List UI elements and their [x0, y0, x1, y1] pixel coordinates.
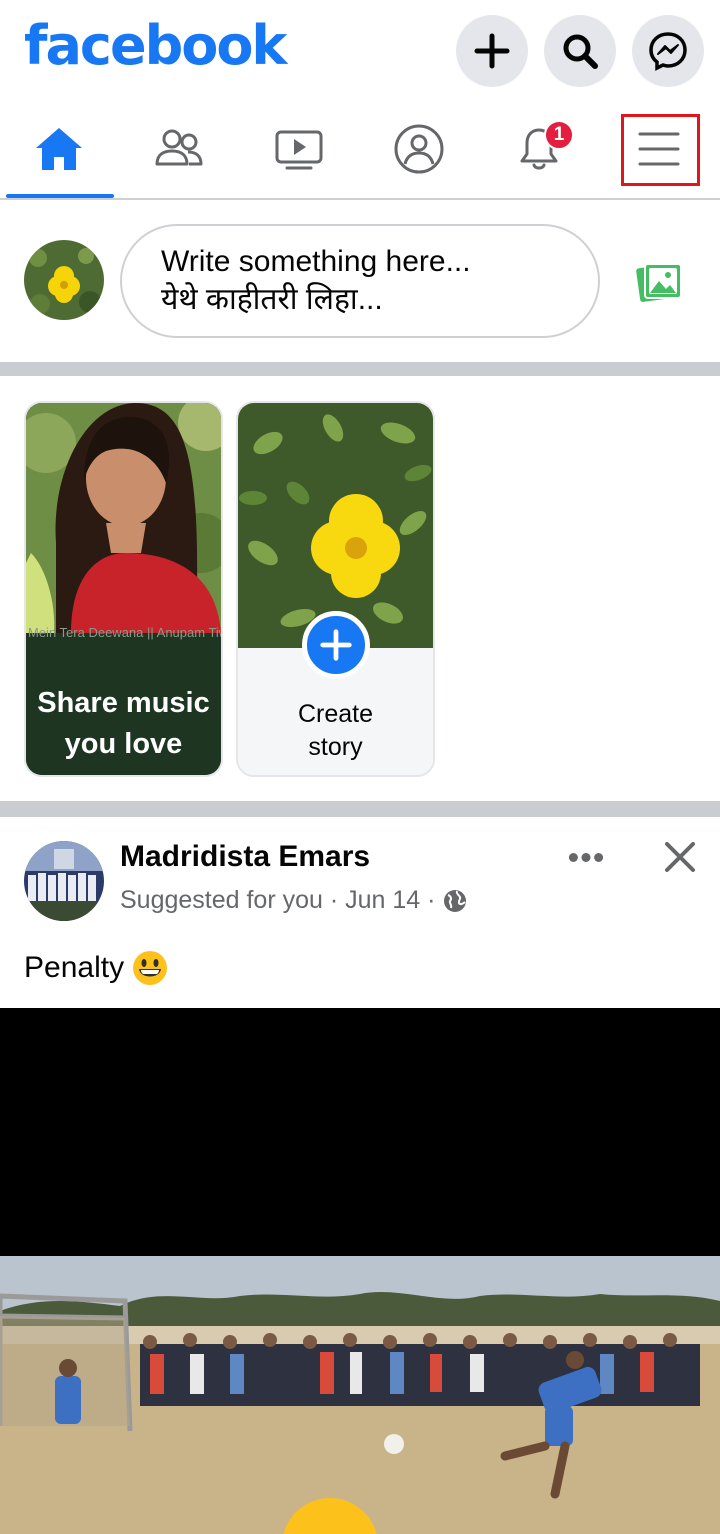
post-meta: Suggested for you · Jun 14 · — [120, 886, 467, 915]
plus-icon — [320, 629, 352, 661]
flower-avatar-image — [24, 240, 104, 320]
profile-icon — [394, 124, 444, 174]
tab-watch[interactable] — [240, 100, 358, 198]
football-penalty-photo — [0, 1256, 720, 1534]
notification-badge: 1 — [544, 120, 574, 150]
tab-notifications[interactable]: 1 — [480, 100, 598, 198]
post-text: Penalty — [24, 950, 168, 986]
tab-friends[interactable] — [120, 100, 238, 198]
messenger-icon — [649, 32, 687, 71]
composer-placeholder-english: Write something here... — [161, 245, 471, 278]
story-music-label: Share music you love — [37, 687, 210, 760]
post-composer: Write something here... येथे काहीतरी लिह… — [0, 200, 720, 362]
team-photo-avatar — [24, 841, 104, 921]
story-song-caption: Mein Tera Deewana || Anupam Tiwari — [28, 625, 221, 640]
watch-icon — [275, 130, 323, 170]
composer-placeholder-marathi: येथे काहीतरी लिहा... — [161, 283, 383, 316]
more-options-icon[interactable] — [568, 851, 604, 864]
section-divider — [0, 362, 720, 376]
plus-icon — [474, 33, 510, 69]
story-card-create[interactable]: Create story — [236, 401, 435, 777]
post-video-frame[interactable] — [0, 1256, 720, 1534]
post-text-content: Penalty — [24, 951, 125, 984]
story-card-music[interactable]: Mein Tera Deewana || Anupam Tiwari Share… — [24, 401, 223, 777]
post-author-name[interactable]: Madridista Emars — [120, 840, 370, 874]
create-story-label: Create story — [238, 698, 433, 764]
post-author-avatar[interactable] — [24, 841, 104, 921]
menu-highlight-box — [621, 114, 700, 186]
post-meta-text: Suggested for you · Jun 14 · — [120, 886, 436, 914]
create-button[interactable] — [456, 15, 528, 87]
composer-input[interactable]: Write something here... येथे काहीतरी लिह… — [120, 224, 600, 338]
close-icon[interactable] — [664, 841, 696, 873]
friends-icon — [155, 129, 203, 166]
section-divider — [0, 801, 720, 817]
nav-tabs: 1 — [0, 100, 720, 200]
create-story-text: Create story — [297, 700, 374, 761]
tab-profile[interactable] — [360, 100, 478, 198]
messenger-button[interactable] — [632, 15, 704, 87]
photo-icon[interactable] — [636, 260, 684, 304]
grinning-face-emoji-icon — [133, 951, 168, 985]
tab-home[interactable] — [0, 100, 118, 198]
add-story-button[interactable] — [302, 611, 370, 679]
facebook-logo[interactable]: facebook — [24, 14, 287, 77]
post-video-player[interactable] — [0, 1008, 720, 1256]
search-button[interactable] — [544, 15, 616, 87]
top-bar: facebook — [0, 0, 720, 100]
search-icon — [563, 34, 598, 69]
user-avatar[interactable] — [24, 240, 104, 320]
home-icon — [36, 128, 82, 170]
globe-icon — [444, 889, 467, 912]
